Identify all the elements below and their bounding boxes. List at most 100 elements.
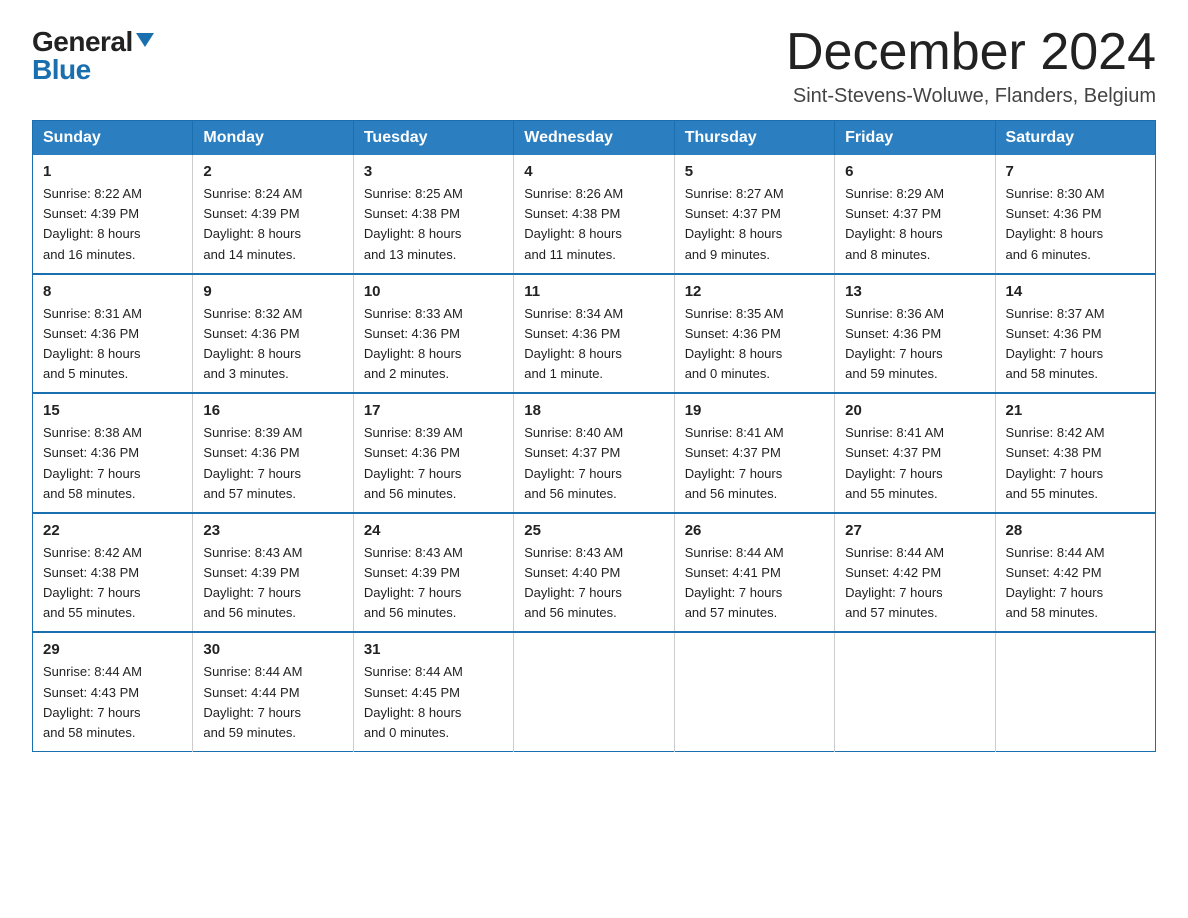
day-cell: 6Sunrise: 8:29 AMSunset: 4:37 PMDaylight… xyxy=(835,155,995,274)
day-number: 19 xyxy=(685,402,824,419)
day-cell xyxy=(514,632,674,751)
day-number: 3 xyxy=(364,163,503,180)
day-info: Sunrise: 8:43 AMSunset: 4:39 PMDaylight:… xyxy=(364,543,503,624)
calendar-table: SundayMondayTuesdayWednesdayThursdayFrid… xyxy=(32,120,1156,752)
day-number: 20 xyxy=(845,402,984,419)
column-header-monday: Monday xyxy=(193,121,353,156)
day-info: Sunrise: 8:39 AMSunset: 4:36 PMDaylight:… xyxy=(203,423,342,504)
day-cell: 12Sunrise: 8:35 AMSunset: 4:36 PMDayligh… xyxy=(674,274,834,394)
column-header-wednesday: Wednesday xyxy=(514,121,674,156)
day-info: Sunrise: 8:33 AMSunset: 4:36 PMDaylight:… xyxy=(364,304,503,385)
column-header-tuesday: Tuesday xyxy=(353,121,513,156)
day-cell: 2Sunrise: 8:24 AMSunset: 4:39 PMDaylight… xyxy=(193,155,353,274)
day-info: Sunrise: 8:24 AMSunset: 4:39 PMDaylight:… xyxy=(203,184,342,265)
day-number: 29 xyxy=(43,641,182,658)
page-header: General Blue December 2024 Sint-Stevens-… xyxy=(32,24,1156,108)
day-number: 21 xyxy=(1006,402,1145,419)
day-number: 17 xyxy=(364,402,503,419)
day-info: Sunrise: 8:42 AMSunset: 4:38 PMDaylight:… xyxy=(1006,423,1145,504)
column-header-saturday: Saturday xyxy=(995,121,1155,156)
day-number: 5 xyxy=(685,163,824,180)
day-cell: 10 Sunrise: 8:33 AMSunset: 4:36 PMDayligh… xyxy=(353,274,513,394)
day-cell: 7 Sunrise: 8:30 AMSunset: 4:36 PMDaylight… xyxy=(995,155,1155,274)
day-cell: 19 Sunrise: 8:41 AMSunset: 4:37 PMDayligh… xyxy=(674,393,834,513)
day-info: Sunrise: 8:44 AMSunset: 4:42 PMDaylight:… xyxy=(845,543,984,624)
title-block: December 2024 Sint-Stevens-Woluwe, Fland… xyxy=(786,24,1156,108)
day-number: 9 xyxy=(203,283,342,300)
day-cell: 25 Sunrise: 8:43 AMSunset: 4:40 PMDayligh… xyxy=(514,513,674,633)
day-cell: 11Sunrise: 8:34 AMSunset: 4:36 PMDayligh… xyxy=(514,274,674,394)
day-number: 14 xyxy=(1006,283,1145,300)
day-number: 31 xyxy=(364,641,503,658)
column-header-thursday: Thursday xyxy=(674,121,834,156)
logo-triangle-icon xyxy=(136,33,154,47)
day-cell: 27 Sunrise: 8:44 AMSunset: 4:42 PMDayligh… xyxy=(835,513,995,633)
day-info: Sunrise: 8:26 AMSunset: 4:38 PMDaylight:… xyxy=(524,184,663,265)
day-cell: 5 Sunrise: 8:27 AMSunset: 4:37 PMDaylight… xyxy=(674,155,834,274)
day-cell: 15Sunrise: 8:38 AMSunset: 4:36 PMDayligh… xyxy=(33,393,193,513)
day-cell: 8 Sunrise: 8:31 AMSunset: 4:36 PMDaylight… xyxy=(33,274,193,394)
day-info: Sunrise: 8:40 AMSunset: 4:37 PMDaylight:… xyxy=(524,423,663,504)
week-row-3: 15Sunrise: 8:38 AMSunset: 4:36 PMDayligh… xyxy=(33,393,1156,513)
logo-general-text: General xyxy=(32,28,133,56)
day-cell: 16 Sunrise: 8:39 AMSunset: 4:36 PMDayligh… xyxy=(193,393,353,513)
day-info: Sunrise: 8:22 AMSunset: 4:39 PMDaylight:… xyxy=(43,184,182,265)
week-row-4: 22 Sunrise: 8:42 AMSunset: 4:38 PMDayligh… xyxy=(33,513,1156,633)
day-number: 13 xyxy=(845,283,984,300)
day-info: Sunrise: 8:42 AMSunset: 4:38 PMDaylight:… xyxy=(43,543,182,624)
day-number: 7 xyxy=(1006,163,1145,180)
day-number: 24 xyxy=(364,522,503,539)
logo: General Blue xyxy=(32,28,154,84)
day-cell: 9 Sunrise: 8:32 AMSunset: 4:36 PMDaylight… xyxy=(193,274,353,394)
day-info: Sunrise: 8:41 AMSunset: 4:37 PMDaylight:… xyxy=(845,423,984,504)
day-number: 10 xyxy=(364,283,503,300)
day-info: Sunrise: 8:39 AMSunset: 4:36 PMDaylight:… xyxy=(364,423,503,504)
day-number: 1 xyxy=(43,163,182,180)
day-cell: 23Sunrise: 8:43 AMSunset: 4:39 PMDayligh… xyxy=(193,513,353,633)
day-cell xyxy=(995,632,1155,751)
day-cell: 20 Sunrise: 8:41 AMSunset: 4:37 PMDayligh… xyxy=(835,393,995,513)
day-info: Sunrise: 8:44 AMSunset: 4:43 PMDaylight:… xyxy=(43,662,182,743)
calendar-header-row: SundayMondayTuesdayWednesdayThursdayFrid… xyxy=(33,121,1156,156)
day-number: 30 xyxy=(203,641,342,658)
day-cell: 26Sunrise: 8:44 AMSunset: 4:41 PMDayligh… xyxy=(674,513,834,633)
day-number: 23 xyxy=(203,522,342,539)
day-cell: 14Sunrise: 8:37 AMSunset: 4:36 PMDayligh… xyxy=(995,274,1155,394)
month-title: December 2024 xyxy=(786,24,1156,81)
column-header-sunday: Sunday xyxy=(33,121,193,156)
day-cell: 18 Sunrise: 8:40 AMSunset: 4:37 PMDayligh… xyxy=(514,393,674,513)
day-number: 8 xyxy=(43,283,182,300)
day-cell: 17 Sunrise: 8:39 AMSunset: 4:36 PMDayligh… xyxy=(353,393,513,513)
day-cell: 13 Sunrise: 8:36 AMSunset: 4:36 PMDayligh… xyxy=(835,274,995,394)
day-info: Sunrise: 8:44 AMSunset: 4:41 PMDaylight:… xyxy=(685,543,824,624)
day-number: 11 xyxy=(524,283,663,300)
day-info: Sunrise: 8:35 AMSunset: 4:36 PMDaylight:… xyxy=(685,304,824,385)
week-row-5: 29 Sunrise: 8:44 AMSunset: 4:43 PMDayligh… xyxy=(33,632,1156,751)
day-info: Sunrise: 8:36 AMSunset: 4:36 PMDaylight:… xyxy=(845,304,984,385)
day-info: Sunrise: 8:41 AMSunset: 4:37 PMDaylight:… xyxy=(685,423,824,504)
day-cell xyxy=(674,632,834,751)
week-row-1: 1 Sunrise: 8:22 AMSunset: 4:39 PMDaylight… xyxy=(33,155,1156,274)
day-cell: 24 Sunrise: 8:43 AMSunset: 4:39 PMDayligh… xyxy=(353,513,513,633)
day-number: 22 xyxy=(43,522,182,539)
day-number: 16 xyxy=(203,402,342,419)
day-cell: 3Sunrise: 8:25 AMSunset: 4:38 PMDaylight… xyxy=(353,155,513,274)
day-info: Sunrise: 8:44 AMSunset: 4:44 PMDaylight:… xyxy=(203,662,342,743)
day-cell xyxy=(835,632,995,751)
day-number: 27 xyxy=(845,522,984,539)
day-info: Sunrise: 8:32 AMSunset: 4:36 PMDaylight:… xyxy=(203,304,342,385)
day-number: 15 xyxy=(43,402,182,419)
day-info: Sunrise: 8:30 AMSunset: 4:36 PMDaylight:… xyxy=(1006,184,1145,265)
day-cell: 30 Sunrise: 8:44 AMSunset: 4:44 PMDayligh… xyxy=(193,632,353,751)
day-number: 18 xyxy=(524,402,663,419)
day-info: Sunrise: 8:27 AMSunset: 4:37 PMDaylight:… xyxy=(685,184,824,265)
day-info: Sunrise: 8:29 AMSunset: 4:37 PMDaylight:… xyxy=(845,184,984,265)
logo-blue-text: Blue xyxy=(32,54,91,85)
day-cell: 21 Sunrise: 8:42 AMSunset: 4:38 PMDayligh… xyxy=(995,393,1155,513)
day-info: Sunrise: 8:44 AMSunset: 4:45 PMDaylight:… xyxy=(364,662,503,743)
day-info: Sunrise: 8:44 AMSunset: 4:42 PMDaylight:… xyxy=(1006,543,1145,624)
location-subtitle: Sint-Stevens-Woluwe, Flanders, Belgium xyxy=(786,85,1156,108)
day-number: 25 xyxy=(524,522,663,539)
day-info: Sunrise: 8:43 AMSunset: 4:40 PMDaylight:… xyxy=(524,543,663,624)
day-info: Sunrise: 8:31 AMSunset: 4:36 PMDaylight:… xyxy=(43,304,182,385)
